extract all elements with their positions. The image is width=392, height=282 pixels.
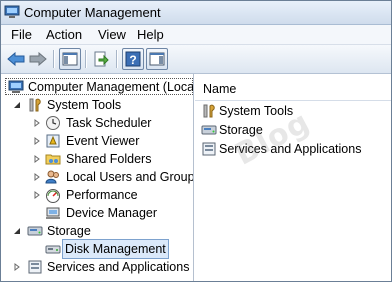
- tree-item-label: Local Users and Groups: [66, 170, 194, 184]
- toolbar-separator: [116, 50, 118, 68]
- tree-item-task-scheduler[interactable]: Task Scheduler: [1, 114, 193, 132]
- svg-text:?: ?: [129, 53, 136, 67]
- expanded-arrow-icon[interactable]: [13, 101, 21, 109]
- list-item-label: Services and Applications: [219, 142, 362, 156]
- tree-item-disk-management[interactable]: Disk Management: [1, 239, 193, 259]
- show-hide-console-tree-icon: [62, 52, 78, 66]
- storage-icon: [201, 125, 217, 135]
- back-icon: [7, 52, 25, 66]
- collapsed-arrow-icon[interactable]: [13, 263, 21, 271]
- toolbar-separator: [53, 50, 55, 68]
- menu-help[interactable]: Help: [135, 27, 166, 42]
- list-item-label: Storage: [219, 123, 263, 137]
- tree-item-performance[interactable]: Performance: [1, 186, 193, 204]
- toolbar: ?: [1, 45, 391, 74]
- help-button[interactable]: ?: [122, 48, 144, 70]
- computer-management-icon: [8, 80, 24, 93]
- tree-item-label: Shared Folders: [66, 152, 152, 166]
- users-icon: [45, 170, 59, 184]
- column-header-name[interactable]: Name: [195, 78, 391, 101]
- export-list-icon: [94, 51, 109, 67]
- performance-icon: [46, 189, 60, 203]
- tree-item-label: Storage: [47, 224, 91, 238]
- tree-item-storage[interactable]: Storage: [1, 222, 193, 240]
- clock-icon: [46, 116, 60, 130]
- tools-icon: [203, 104, 215, 118]
- event-viewer-icon: [46, 134, 60, 148]
- services-icon: [202, 142, 216, 156]
- title-bar[interactable]: Computer Management: [1, 1, 391, 25]
- tools-icon: [29, 98, 41, 112]
- disk-management-icon: [45, 245, 61, 254]
- forward-icon: [29, 52, 47, 66]
- tree-item-label: Task Scheduler: [66, 116, 152, 130]
- storage-icon: [27, 226, 43, 236]
- computer-management-icon: [4, 5, 20, 18]
- collapsed-arrow-icon[interactable]: [33, 155, 41, 163]
- collapsed-arrow-icon[interactable]: [33, 137, 41, 145]
- tree-item-label: Disk Management: [62, 239, 169, 259]
- tree-item-label: Event Viewer: [66, 134, 140, 148]
- menu-view[interactable]: View: [96, 27, 128, 42]
- tree-item-label: System Tools: [47, 98, 122, 112]
- console-tree: Computer Management (Local System Tools …: [1, 74, 194, 281]
- results-pane: Name System Tools Storage Services and A…: [195, 74, 391, 281]
- tree-item-system-tools[interactable]: System Tools: [1, 96, 193, 114]
- list-item-label: System Tools: [219, 104, 294, 118]
- column-header-label: Name: [203, 82, 237, 96]
- tree-item-label: Device Manager: [66, 206, 158, 220]
- shared-folder-icon: [45, 154, 61, 165]
- menu-file[interactable]: File: [9, 27, 34, 42]
- back-button[interactable]: [5, 48, 27, 70]
- collapsed-arrow-icon[interactable]: [33, 191, 41, 199]
- collapsed-arrow-icon[interactable]: [33, 173, 41, 181]
- help-icon: ?: [125, 51, 141, 67]
- services-icon: [28, 260, 42, 274]
- tree-item-local-users-and-groups[interactable]: Local Users and Groups: [1, 168, 193, 186]
- tree-item-services-and-applications[interactable]: Services and Applications: [1, 258, 193, 276]
- forward-button[interactable]: [27, 48, 49, 70]
- device-manager-icon: [46, 207, 60, 219]
- tree-item-event-viewer[interactable]: Event Viewer: [1, 132, 193, 150]
- tree-item-label: Computer Management (Local: [28, 80, 194, 94]
- show-hide-console-tree-button[interactable]: [59, 48, 81, 70]
- tree-item-shared-folders[interactable]: Shared Folders: [1, 150, 193, 168]
- toolbar-separator: [85, 50, 87, 68]
- tree-item-label: Services and Applications: [47, 260, 190, 274]
- export-list-button[interactable]: [90, 48, 112, 70]
- expanded-arrow-icon[interactable]: [13, 227, 21, 235]
- computer-management-window: Computer Management File Action View Hel…: [0, 0, 392, 282]
- tree-item-device-manager[interactable]: Device Manager: [1, 204, 193, 222]
- menu-action[interactable]: Action: [44, 27, 84, 42]
- menu-bar: File Action View Help: [1, 25, 391, 45]
- window-title: Computer Management: [24, 5, 161, 20]
- show-hide-action-pane-button[interactable]: [146, 48, 168, 70]
- tree-item-label: Performance: [66, 188, 138, 202]
- tree-item-computer-management[interactable]: Computer Management (Local: [1, 78, 193, 96]
- show-hide-action-pane-icon: [149, 52, 165, 66]
- collapsed-arrow-icon[interactable]: [33, 119, 41, 127]
